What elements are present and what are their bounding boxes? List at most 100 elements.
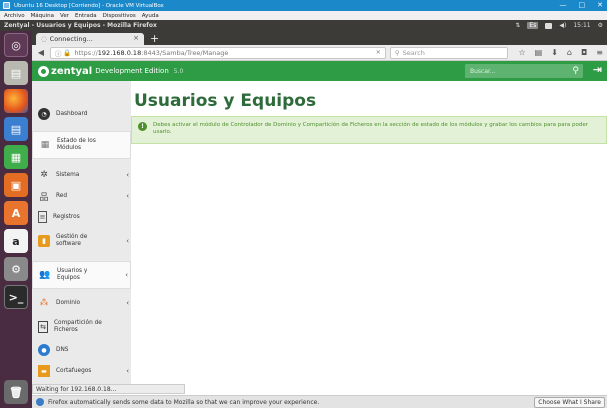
chevron-left-icon: ‹ — [126, 192, 129, 200]
window-title: Zentyal - Usuarios y Equipos - Mozilla F… — [4, 22, 157, 29]
software-center-icon[interactable]: A — [4, 201, 28, 225]
virtualbox-icon — [3, 2, 10, 9]
url-bar[interactable]: ⓘ 🔒 https://192.168.0.18:8443/Samba/Tree… — [49, 46, 386, 59]
minimize-button[interactable]: — — [560, 0, 567, 11]
sidebar-item-label: Gestión de software — [56, 234, 88, 247]
pocket-icon[interactable]: ◘ — [581, 48, 587, 57]
calc-icon[interactable]: ▦ — [4, 145, 28, 169]
sidebar-item-software[interactable]: ▮ Gestión de software ‹ — [32, 229, 131, 253]
info-icon[interactable]: ⓘ — [55, 48, 62, 58]
url-rest: :8443/Samba/Tree/Manage — [141, 48, 229, 57]
menu-ayuda[interactable]: Ayuda — [142, 13, 159, 19]
trash-icon[interactable]: 🗑 — [4, 380, 28, 404]
dash-icon[interactable]: ◎ — [4, 33, 28, 57]
sidebar-item-registros[interactable]: ≡ Registros — [32, 207, 131, 227]
menu-entrada[interactable]: Entrada — [75, 13, 97, 19]
battery-icon[interactable] — [545, 22, 553, 29]
sidebar-item-sistema[interactable]: ✲ Sistema ‹ — [32, 165, 131, 185]
chevron-left-icon: ‹ — [126, 367, 129, 375]
impress-icon[interactable]: ▣ — [4, 173, 28, 197]
tab-connecting[interactable]: ◌ Connecting... × — [36, 33, 144, 45]
zentyal-logo[interactable]: zentyal Development Edition 5.0 — [38, 65, 184, 77]
software-icon: ▮ — [38, 235, 50, 247]
back-icon[interactable]: ◀ — [36, 48, 46, 57]
url-prefix: https:// — [74, 48, 98, 57]
sidebar-item-dominio[interactable]: ⁂ Dominio ‹ — [32, 293, 131, 313]
sidebar-item-label: Usuarios y Equipos — [57, 268, 88, 281]
search-icon[interactable]: ⚲ — [572, 64, 579, 78]
firefox-info-icon — [36, 398, 44, 406]
url-host: 192.168.0.18 — [97, 48, 142, 57]
tab-close-icon[interactable]: × — [133, 34, 139, 42]
domain-icon: ⁂ — [39, 298, 49, 308]
chevron-left-icon: ‹ — [125, 271, 128, 279]
bookmark-star-icon[interactable]: ☆ — [518, 48, 525, 57]
menu-dispositivos[interactable]: Dispositivos — [103, 13, 136, 19]
sidebar-item-label: Dominio — [56, 300, 81, 306]
downloads-icon[interactable]: ⬇ — [551, 48, 558, 57]
status-text: Waiting for 192.168.0.18... — [36, 385, 117, 393]
zentyal-version: 5.0 — [173, 67, 184, 75]
files-icon[interactable]: ▤ — [4, 61, 28, 85]
gear-icon: ✲ — [40, 170, 48, 180]
chevron-left-icon: ‹ — [126, 237, 129, 245]
modules-icon: ▦ — [40, 140, 50, 150]
sidebar-item-firewall[interactable]: ▬ Cortafuegos ‹ — [32, 361, 131, 381]
sidebar-item-dns[interactable]: ● DNS — [32, 340, 131, 360]
sidebar-item-label: Dashboard — [56, 111, 88, 117]
sidebar-item-label: Sistema — [56, 172, 80, 178]
loading-icon: ◌ — [41, 35, 47, 43]
zentyal-header: zentyal Development Edition 5.0 Buscar..… — [32, 61, 607, 81]
close-button[interactable]: ✕ — [597, 0, 603, 11]
alert-text: Debes activar el módulo de Controlador d… — [153, 122, 589, 135]
search-icon: ⚲ — [394, 48, 400, 57]
sidebar-item-label: Compartición de Ficheros — [54, 320, 102, 333]
logout-icon[interactable]: ⇥ — [593, 63, 602, 76]
new-tab-button[interactable]: + — [150, 33, 159, 45]
menu-archivo[interactable]: Archivo — [4, 13, 25, 19]
amazon-icon[interactable]: a — [4, 229, 28, 253]
zentyal-brand: zentyal — [51, 65, 93, 77]
sidebar-item-file-share[interactable]: ⇆ Compartición de Ficheros — [32, 315, 131, 339]
search-box[interactable]: ⚲ Search — [389, 46, 509, 59]
sidebar-item-label: Cortafuegos — [56, 368, 92, 374]
keyboard-layout[interactable]: Es — [527, 22, 539, 29]
sidebar-item-dashboard[interactable]: ◔ Dashboard — [32, 103, 131, 125]
sidebar-item-users[interactable]: 👥 Usuarios y Equipos ‹ — [32, 261, 131, 289]
info-icon: ! — [138, 122, 147, 131]
hamburger-menu-icon[interactable]: ≡ — [596, 48, 603, 57]
maximize-button[interactable]: □ — [579, 0, 586, 11]
sidebar-item-modules[interactable]: ▦ Estado de los Módulos — [32, 131, 131, 159]
network-tray-icon[interactable]: ⇅ — [515, 22, 520, 29]
file-share-icon: ⇆ — [38, 321, 48, 333]
nav-toolbar: ◀ ⓘ 🔒 https://192.168.0.18:8443/Samba/Tr… — [32, 45, 607, 61]
zentyal-sidebar: ◔ Dashboard ▦ Estado de los Módulos ✲ Si… — [32, 81, 139, 384]
ubuntu-top-panel: Zentyal - Usuarios y Equipos - Mozilla F… — [0, 20, 607, 31]
sidebar-item-label: Red — [56, 193, 68, 199]
lock-warning-icon[interactable]: 🔒 — [63, 49, 71, 57]
menu-maquina[interactable]: Máquina — [31, 13, 54, 19]
home-icon[interactable]: ⌂ — [567, 48, 572, 57]
firefox-icon[interactable] — [4, 89, 28, 113]
system-settings-icon[interactable]: ⚙ — [4, 257, 28, 281]
settings-icon[interactable]: ⚙ — [598, 22, 603, 29]
terminal-icon[interactable]: >_ — [4, 285, 28, 309]
zentyal-search-placeholder: Buscar... — [470, 67, 496, 75]
menu-ver[interactable]: Ver — [60, 13, 69, 19]
clock[interactable]: 15:11 — [573, 22, 590, 29]
info-alert: ! Debes activar el módulo de Controlador… — [131, 116, 607, 144]
volume-icon[interactable]: ◀) — [559, 22, 566, 29]
chevron-left-icon: ‹ — [126, 171, 129, 179]
reading-list-icon[interactable]: ▤ — [535, 48, 543, 57]
search-placeholder: Search — [402, 48, 425, 57]
tab-title: Connecting... — [49, 35, 93, 43]
choose-what-i-share-button[interactable]: Choose What I Share — [534, 397, 605, 408]
page-title: Usuarios y Equipos — [134, 91, 317, 111]
sidebar-item-red[interactable]: 品 Red ‹ — [32, 186, 131, 206]
zentyal-search-input[interactable]: Buscar... ⚲ — [465, 64, 583, 78]
dashboard-icon: ◔ — [38, 108, 50, 120]
tab-bar: ◌ Connecting... × + — [32, 31, 607, 45]
stop-icon[interactable]: ✕ — [376, 49, 381, 56]
zentyal-content: ◔ Dashboard ▦ Estado de los Módulos ✲ Si… — [32, 81, 607, 384]
writer-icon[interactable]: ▤ — [4, 117, 28, 141]
